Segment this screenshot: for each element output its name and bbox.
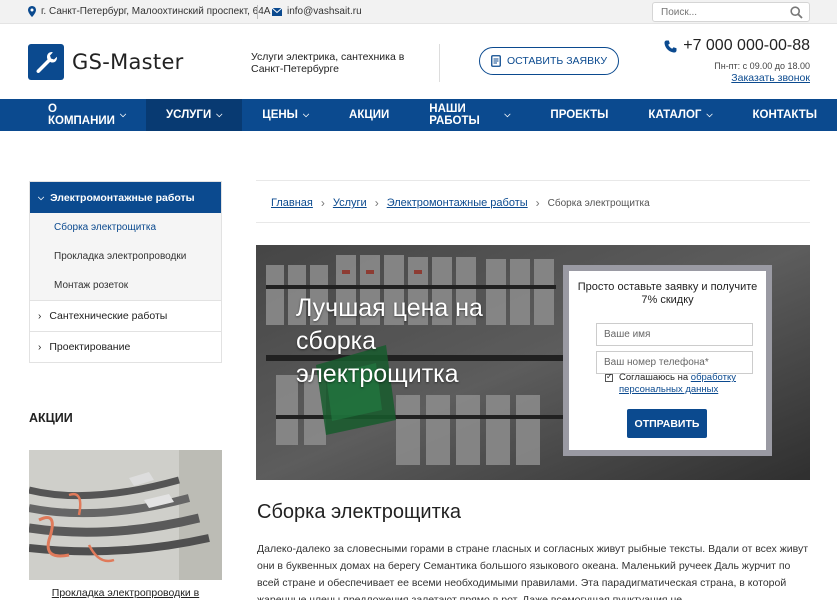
chevron-right-icon: › xyxy=(320,196,325,210)
nav-label: АКЦИИ xyxy=(349,109,390,121)
breadcrumb-current: Сборка электрощитка xyxy=(547,197,650,209)
promotion-link[interactable]: Прокладка электропроводки в xyxy=(29,587,222,599)
chevron-right-icon: › xyxy=(38,310,42,322)
form-title: Просто оставьте заявку и получите 7% ски… xyxy=(577,281,758,306)
phone-input[interactable] xyxy=(596,351,753,374)
search-icon[interactable] xyxy=(790,6,803,19)
form-icon xyxy=(491,55,501,67)
promotions-heading: АКЦИИ xyxy=(29,411,73,425)
address-text: г. Санкт-Петербург, Малоохтинский проспе… xyxy=(41,6,271,17)
search-box[interactable] xyxy=(652,2,810,22)
header-divider xyxy=(439,44,440,82)
address: г. Санкт-Петербург, Малоохтинский проспе… xyxy=(28,6,270,17)
consent-text: Соглашаюсь на обработку персональных дан… xyxy=(619,372,755,396)
sidebar-subitem-switchboard[interactable]: Сборка электрощитка xyxy=(30,213,221,242)
breadcrumb-home[interactable]: Главная xyxy=(271,197,313,209)
top-bar: г. Санкт-Петербург, Малоохтинский проспе… xyxy=(0,0,837,24)
phone-icon xyxy=(664,40,677,52)
nav-label: УСЛУГИ xyxy=(166,109,212,121)
promotion-image[interactable] xyxy=(29,450,222,580)
chevron-right-icon: › xyxy=(374,196,379,210)
hero-title: Лучшая цена на сборка электрощитка xyxy=(296,294,483,388)
logo[interactable]: GS-Master xyxy=(28,44,184,80)
nav-item-promotions[interactable]: АКЦИИ xyxy=(329,99,409,131)
hero-banner: Лучшая цена на сборка электрощитка Прост… xyxy=(256,245,810,480)
nav-label: ПРОЕКТЫ xyxy=(550,109,609,121)
chevron-down-icon: ⌵ xyxy=(38,192,45,202)
page-text: Далеко-далеко за словесными горами в стр… xyxy=(257,543,808,600)
breadcrumb-divider xyxy=(256,222,810,223)
nav-label: НАШИ РАБОТЫ xyxy=(429,103,480,127)
email-text[interactable]: info@vashsait.ru xyxy=(287,6,362,17)
sidebar-subitem-sockets[interactable]: Монтаж розеток xyxy=(30,271,221,300)
breadcrumb-divider xyxy=(256,180,810,181)
sidebar-item-label: Электромонтажные работы xyxy=(50,191,195,204)
nav-item-services[interactable]: УСЛУГИ ⌵ xyxy=(146,99,243,131)
nav-item-prices[interactable]: ЦЕНЫ ⌵ xyxy=(242,99,329,131)
map-pin-icon xyxy=(28,6,36,17)
consent-checkbox-row[interactable]: Соглашаюсь на обработку персональных дан… xyxy=(605,371,755,396)
chevron-right-icon: › xyxy=(38,341,42,353)
chevron-down-icon: ⌵ xyxy=(504,110,511,119)
tagline: Услуги электрика, сантехника в Санкт-Пет… xyxy=(251,51,405,75)
nav-item-projects[interactable]: ПРОЕКТЫ xyxy=(530,99,628,131)
phone[interactable]: +7 000 000-00-88 xyxy=(664,37,810,55)
nav-label: ЦЕНЫ xyxy=(262,109,298,121)
sidebar-submenu: Сборка электрощитка Прокладка электропро… xyxy=(30,213,221,300)
discount-form: Просто оставьте заявку и получите 7% ски… xyxy=(563,265,772,456)
breadcrumb: Главная › Услуги › Электромонтажные рабо… xyxy=(271,196,650,210)
callback-link[interactable]: Заказать звонок xyxy=(731,72,810,84)
sidebar-item-plumbing[interactable]: › Сантехнические работы xyxy=(30,300,221,331)
chevron-down-icon: ⌵ xyxy=(216,110,223,119)
email[interactable]: info@vashsait.ru xyxy=(272,6,362,17)
nav-label: КОНТАКТЫ xyxy=(752,109,817,121)
sidebar-item-electrical[interactable]: ⌵ Электромонтажные работы xyxy=(30,182,221,213)
mail-icon xyxy=(272,7,282,16)
main-nav: О КОМПАНИИ ⌵ УСЛУГИ ⌵ ЦЕНЫ ⌵ АКЦИИ НАШИ РАБ… xyxy=(0,99,837,131)
order-button[interactable]: ОСТАВИТЬ ЗАЯВКУ xyxy=(479,47,619,75)
chevron-down-icon: ⌵ xyxy=(119,110,127,119)
wrench-icon xyxy=(28,44,64,80)
nav-label: О КОМПАНИИ xyxy=(48,103,115,127)
phone-number[interactable]: +7 000 000-00-88 xyxy=(683,37,810,55)
sidebar-item-label: Сантехнические работы xyxy=(49,310,168,322)
nav-item-about[interactable]: О КОМПАНИИ ⌵ xyxy=(28,99,146,131)
nav-item-catalog[interactable]: КАТАЛОГ ⌵ xyxy=(628,99,732,131)
chevron-right-icon: › xyxy=(535,196,540,210)
chevron-down-icon: ⌵ xyxy=(302,110,310,119)
nav-label: КАТАЛОГ xyxy=(648,109,702,121)
nav-item-our-works[interactable]: НАШИ РАБОТЫ ⌵ xyxy=(409,99,530,131)
consent-label: Соглашаюсь на xyxy=(619,372,689,383)
discount-form-panel: Просто оставьте заявку и получите 7% ски… xyxy=(569,271,766,450)
working-hours: Пн-пт: с 09.00 до 18.00 xyxy=(714,61,810,71)
chevron-down-icon: ⌵ xyxy=(706,110,713,119)
nav-item-contacts[interactable]: КОНТАКТЫ xyxy=(733,99,837,131)
sidebar-subitem-wiring[interactable]: Прокладка электропроводки xyxy=(30,242,221,271)
sidebar-item-label: Проектирование xyxy=(49,341,131,353)
breadcrumb-electrical[interactable]: Электромонтажные работы xyxy=(387,197,528,209)
consent-checkbox[interactable] xyxy=(605,371,613,383)
search-input[interactable] xyxy=(653,3,781,21)
topbar-divider xyxy=(257,5,258,19)
logo-text: GS-Master xyxy=(72,50,184,74)
sidebar-menu: ⌵ Электромонтажные работы Сборка электро… xyxy=(29,181,222,363)
breadcrumb-services[interactable]: Услуги xyxy=(333,197,367,209)
submit-button[interactable]: ОТПРАВИТЬ xyxy=(627,409,707,438)
name-input[interactable] xyxy=(596,323,753,346)
order-button-label: ОСТАВИТЬ ЗАЯВКУ xyxy=(506,55,608,67)
sidebar-item-design[interactable]: › Проектирование xyxy=(30,331,221,362)
page-title: Сборка электрощитка xyxy=(257,501,462,523)
